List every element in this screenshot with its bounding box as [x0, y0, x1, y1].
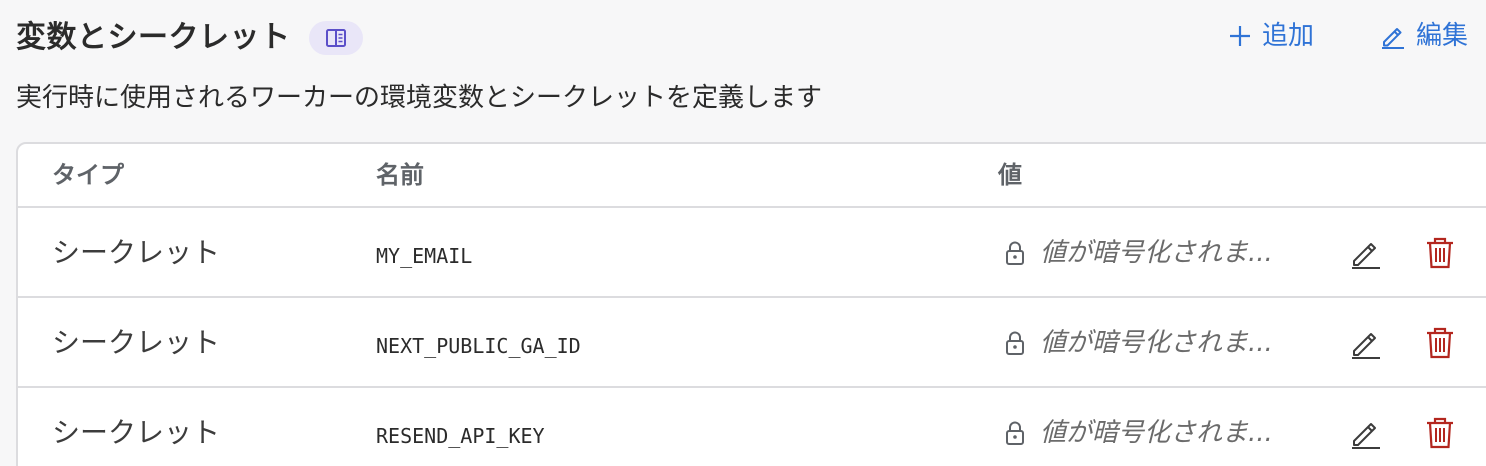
delete-row-button[interactable] [1422, 324, 1458, 362]
header-actions: 追加 編集 [1228, 18, 1468, 54]
pencil-icon [1381, 28, 1404, 49]
trash-icon [1427, 417, 1453, 449]
row-type: シークレット [52, 236, 221, 269]
table-row: シークレット RESEND_API_KEY 値が暗号化されま... [18, 388, 1486, 466]
column-header-name: 名前 [376, 161, 424, 189]
row-name: MY_EMAIL [376, 244, 473, 268]
row-value-text: 値が暗号化されま... [1040, 328, 1273, 358]
table-header: タイプ 名前 値 [18, 144, 1486, 208]
lock-icon [1006, 421, 1024, 445]
row-value: 値が暗号化されま... [1004, 234, 1273, 272]
delete-row-button[interactable] [1422, 414, 1458, 452]
table-row: シークレット NEXT_PUBLIC_GA_ID 値が暗号化されま... [18, 298, 1486, 388]
column-header-type: タイプ [52, 161, 124, 189]
row-value: 値が暗号化されま... [1004, 324, 1273, 362]
edit-row-button[interactable] [1348, 414, 1384, 452]
add-button-label: 追加 [1261, 21, 1314, 51]
book-icon [325, 29, 346, 47]
panel-description: 実行時に使用されるワーカーの環境変数とシークレットを定義します [16, 83, 823, 113]
edit-button-label: 編集 [1415, 21, 1468, 51]
table-row: シークレット MY_EMAIL 値が暗号化されま... [18, 208, 1486, 298]
lock-icon [1006, 331, 1024, 355]
docs-link-button[interactable] [308, 21, 363, 55]
edit-button[interactable]: 編集 [1380, 18, 1468, 54]
edit-row-button[interactable] [1348, 234, 1384, 272]
variables-secrets-panel: 変数とシークレット 追加 編集 実行時に使用されるワーカーの環境変数とシークレッ… [0, 0, 1486, 466]
lock-icon [1006, 241, 1024, 265]
row-name: RESEND_API_KEY [376, 424, 545, 448]
edit-row-button[interactable] [1348, 324, 1384, 362]
row-value-text: 値が暗号化されま... [1040, 418, 1273, 448]
variables-table: タイプ 名前 値 シークレット MY_EMAIL 値が暗号化されま... シーク… [16, 142, 1486, 466]
row-name: NEXT_PUBLIC_GA_ID [376, 334, 581, 358]
column-header-value: 値 [998, 161, 1022, 189]
add-button[interactable]: 追加 [1228, 18, 1314, 54]
row-value: 値が暗号化されま... [1004, 414, 1273, 452]
pencil-icon [1352, 423, 1380, 449]
row-type: シークレット [52, 416, 221, 449]
plus-icon [1229, 26, 1250, 46]
row-value-text: 値が暗号化されま... [1040, 238, 1273, 268]
row-type: シークレット [52, 326, 221, 359]
page-title: 変数とシークレット [16, 20, 291, 55]
pencil-icon [1352, 333, 1380, 359]
trash-icon [1427, 237, 1453, 269]
delete-row-button[interactable] [1422, 234, 1458, 272]
pencil-icon [1352, 243, 1380, 269]
trash-icon [1427, 327, 1453, 359]
panel-header: 変数とシークレット [16, 16, 363, 60]
